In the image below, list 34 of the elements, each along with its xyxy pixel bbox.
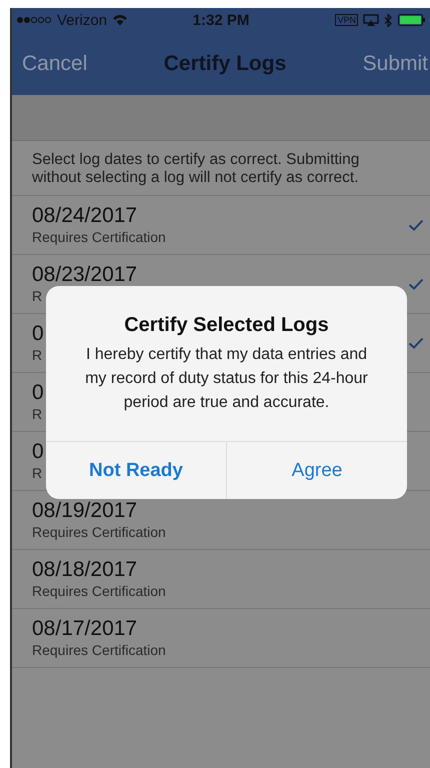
alert-message: I hereby certify that my data entries and my record of duty status for this 24-hour period are true and accurate. [84, 345, 369, 413]
log-date: 08/19/2017 [32, 499, 138, 523]
carrier-text: Verizon [57, 12, 108, 28]
log-status: R [32, 464, 44, 482]
alert-button[interactable]: Agree [226, 442, 407, 499]
submit-button[interactable]: Submit [362, 52, 428, 76]
vpn-badge: VPN [335, 14, 358, 26]
log-status: Requires Certification [32, 523, 166, 541]
instructions-text: Select log dates to certify as correct. Submitting without selecting a log will not certify as correct. [12, 141, 430, 196]
bluetooth-icon [384, 14, 393, 26]
log-status: Requires Certification [32, 228, 166, 246]
log-row[interactable]: 08/17/2017 Requires Certification [12, 609, 430, 668]
time-text: 1:32 PM [192, 12, 250, 28]
log-status: Requires Certification [32, 582, 166, 600]
log-date: 0 [32, 322, 44, 346]
log-date: 08/24/2017 [32, 204, 138, 228]
log-status: R [32, 346, 44, 364]
log-status: R [32, 405, 44, 423]
log-date: 08/17/2017 [32, 617, 138, 641]
alert-title: Certify Selected Logs [123, 314, 330, 337]
screen-title: Certify Logs [164, 52, 286, 76]
log-date: 08/23/2017 [32, 263, 138, 287]
log-row[interactable]: 08/18/2017 Requires Certification [12, 550, 430, 609]
log-date: 08/18/2017 [32, 558, 138, 582]
airplay-icon [362, 14, 379, 26]
log-status: Requires Certification [32, 641, 166, 659]
battery-icon [398, 14, 426, 26]
log-date: 0 [32, 440, 44, 464]
log-row[interactable]: 08/24/2017 Requires Certification [12, 196, 430, 255]
log-status: R [32, 287, 44, 305]
signal-icon [16, 16, 52, 24]
log-date: 0 [32, 381, 44, 405]
wifi-icon [112, 14, 128, 26]
cancel-button[interactable]: Cancel [22, 52, 88, 76]
